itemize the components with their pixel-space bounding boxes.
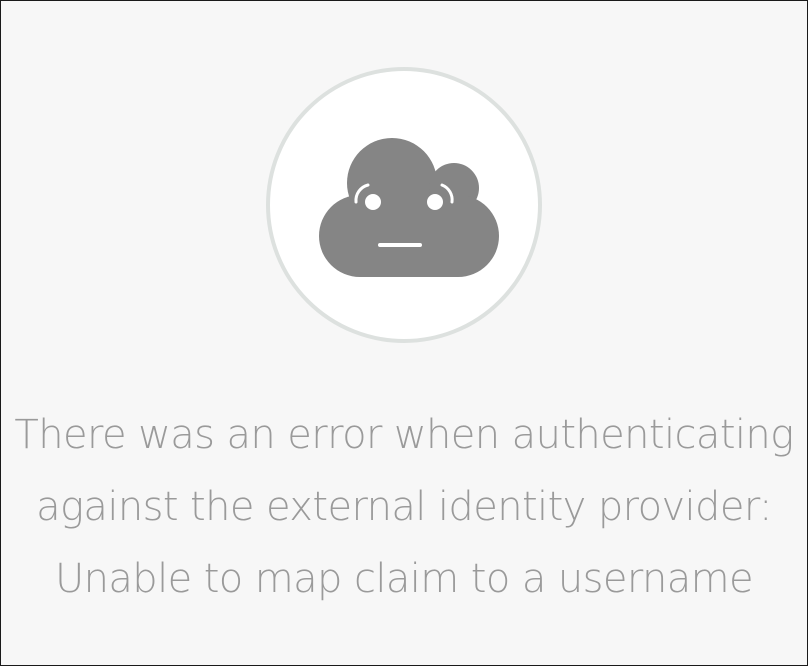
error-message-line-3: Unable to map claim to a username bbox=[54, 556, 754, 602]
error-message-line-1: There was an error when authenticating bbox=[14, 412, 794, 458]
error-message-line-2: against the external identity provider: bbox=[36, 484, 772, 530]
sad-cloud-icon bbox=[319, 138, 499, 277]
error-page: There was an error when authenticating a… bbox=[0, 0, 808, 666]
error-message: There was an error when authenticating a… bbox=[1, 399, 807, 615]
error-icon-circle bbox=[266, 67, 542, 343]
